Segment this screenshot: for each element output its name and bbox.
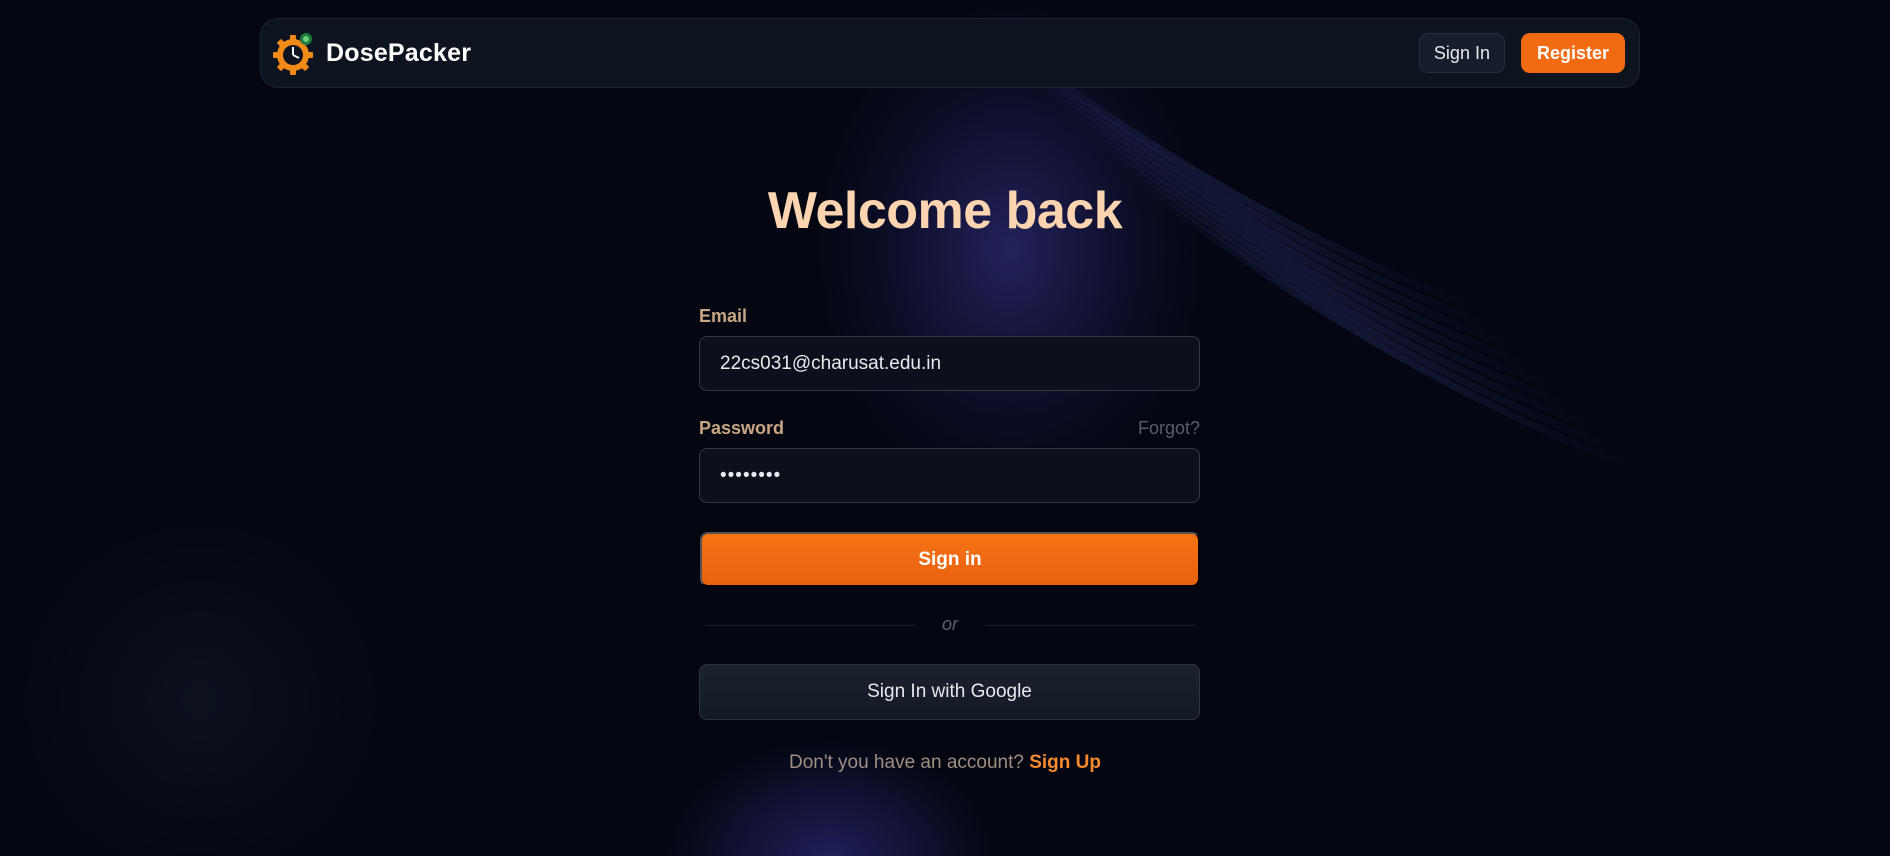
password-field[interactable]: •••••••• xyxy=(699,448,1200,503)
sign-in-button[interactable]: Sign in xyxy=(700,532,1200,587)
nav-register-button[interactable]: Register xyxy=(1520,33,1625,73)
nav-sign-in-button[interactable]: Sign In xyxy=(1418,33,1505,73)
divider-line-left xyxy=(705,625,915,626)
forgot-password-link[interactable]: Forgot? xyxy=(1138,418,1200,439)
background-wave-pattern xyxy=(937,0,1761,514)
brand[interactable]: DosePacker xyxy=(273,31,471,75)
top-navbar: DosePacker Sign In Register xyxy=(260,18,1640,88)
email-field[interactable]: 22cs031@charusat.edu.in xyxy=(699,336,1200,391)
nav-actions: Sign In Register xyxy=(1418,33,1625,73)
dosepacker-logo-icon xyxy=(273,33,313,75)
divider-or-text: or xyxy=(941,614,958,634)
brand-name: DosePacker xyxy=(326,38,472,67)
page-title: Welcome back xyxy=(767,182,1123,240)
page-background xyxy=(0,0,1890,856)
signup-prompt: Don't you have an account? xyxy=(788,752,1024,773)
email-label: Email xyxy=(699,306,748,326)
sign-up-link[interactable]: Sign Up xyxy=(1029,752,1101,773)
password-label: Password xyxy=(699,418,785,438)
divider-line-right xyxy=(985,625,1195,626)
google-sign-in-button[interactable]: Sign In with Google xyxy=(699,664,1200,720)
signup-row: Don't you have an account? Sign Up xyxy=(0,752,1890,774)
